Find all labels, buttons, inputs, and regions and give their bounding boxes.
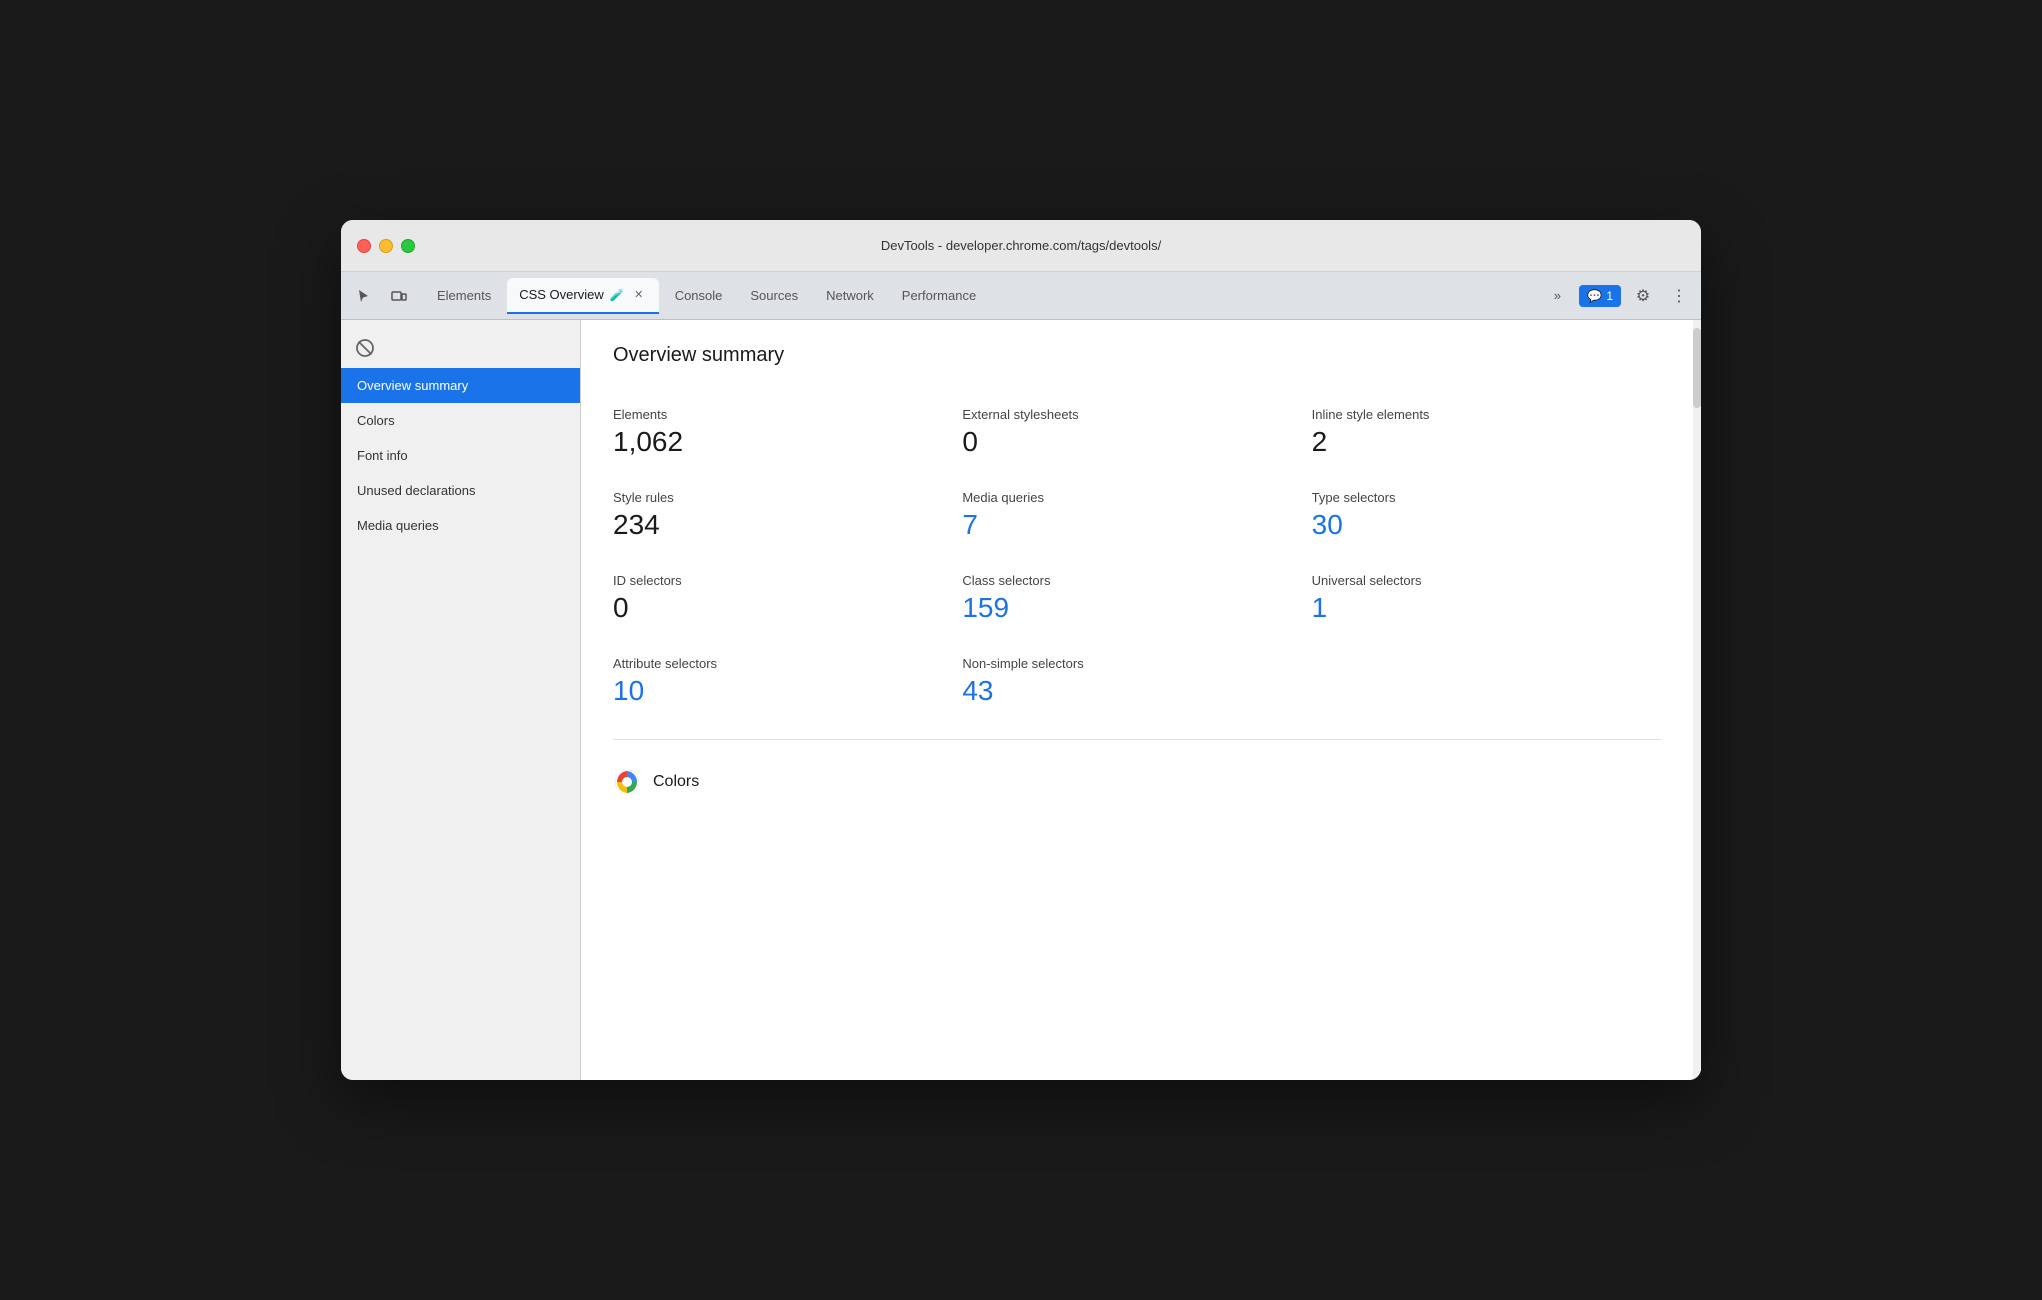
notification-button[interactable]: 💬 1 xyxy=(1579,285,1621,307)
tab-bar: Elements CSS Overview 🧪 ✕ Console Source… xyxy=(341,272,1701,320)
sidebar-item-font-info[interactable]: Font info xyxy=(341,438,580,473)
sidebar-item-overview-summary[interactable]: Overview summary xyxy=(341,368,580,403)
stat-attribute-selectors[interactable]: Attribute selectors 10 xyxy=(613,640,962,723)
tab-sources[interactable]: Sources xyxy=(738,278,810,314)
main-content[interactable]: Overview summary Elements 1,062 External… xyxy=(581,320,1701,1080)
more-tabs-icon[interactable]: » xyxy=(1543,282,1571,310)
content-inner: Overview summary Elements 1,062 External… xyxy=(581,320,1701,840)
colors-title: Colors xyxy=(653,773,699,791)
tab-elements[interactable]: Elements xyxy=(425,278,503,314)
stat-elements: Elements 1,062 xyxy=(613,391,962,474)
tab-network[interactable]: Network xyxy=(814,278,886,314)
section-divider xyxy=(613,739,1661,740)
colors-section: Colors xyxy=(613,748,1661,816)
colors-icon xyxy=(613,768,641,796)
stat-media-queries[interactable]: Media queries 7 xyxy=(962,474,1311,557)
stat-universal-selectors[interactable]: Universal selectors 1 xyxy=(1312,557,1661,640)
stat-non-simple-selectors[interactable]: Non-simple selectors 43 xyxy=(962,640,1311,723)
scrollbar[interactable] xyxy=(1693,320,1701,1080)
css-overview-label: CSS Overview xyxy=(519,287,604,302)
sidebar-item-media-queries[interactable]: Media queries xyxy=(341,508,580,543)
maximize-button[interactable] xyxy=(401,239,415,253)
scrollbar-thumb[interactable] xyxy=(1693,328,1701,408)
browser-window: DevTools - developer.chrome.com/tags/dev… xyxy=(341,220,1701,1080)
experiment-icon: 🧪 xyxy=(610,288,625,302)
title-bar: DevTools - developer.chrome.com/tags/dev… xyxy=(341,220,1701,272)
stat-empty xyxy=(1312,640,1661,723)
stat-id-selectors: ID selectors 0 xyxy=(613,557,962,640)
tab-css-overview[interactable]: CSS Overview 🧪 ✕ xyxy=(507,278,658,314)
stat-class-selectors[interactable]: Class selectors 159 xyxy=(962,557,1311,640)
stat-inline-style-elements: Inline style elements 2 xyxy=(1312,391,1661,474)
block-icon[interactable] xyxy=(349,332,381,364)
tab-console[interactable]: Console xyxy=(663,278,735,314)
cursor-icon[interactable] xyxy=(349,282,377,310)
device-toggle-icon[interactable] xyxy=(385,282,413,310)
tab-close-icon[interactable]: ✕ xyxy=(631,287,647,303)
settings-icon[interactable]: ⚙ xyxy=(1629,282,1657,310)
devtools-content: Overview summary Colors Font info Unused… xyxy=(341,320,1701,1080)
stat-type-selectors[interactable]: Type selectors 30 xyxy=(1312,474,1661,557)
tab-bar-right: » 💬 1 ⚙ ⋮ xyxy=(1543,282,1693,310)
chat-icon: 💬 xyxy=(1587,289,1602,303)
page-title: Overview summary xyxy=(613,344,1661,367)
sidebar-item-unused-declarations[interactable]: Unused declarations xyxy=(341,473,580,508)
window-title: DevTools - developer.chrome.com/tags/dev… xyxy=(881,238,1161,253)
close-button[interactable] xyxy=(357,239,371,253)
traffic-lights xyxy=(357,239,415,253)
more-options-icon[interactable]: ⋮ xyxy=(1665,282,1693,310)
stats-grid: Elements 1,062 External stylesheets 0 In… xyxy=(613,391,1661,723)
stat-external-stylesheets: External stylesheets 0 xyxy=(962,391,1311,474)
tab-bar-tools xyxy=(349,282,413,310)
sidebar: Overview summary Colors Font info Unused… xyxy=(341,320,581,1080)
sidebar-item-colors[interactable]: Colors xyxy=(341,403,580,438)
stat-style-rules: Style rules 234 xyxy=(613,474,962,557)
minimize-button[interactable] xyxy=(379,239,393,253)
tab-performance[interactable]: Performance xyxy=(890,278,988,314)
